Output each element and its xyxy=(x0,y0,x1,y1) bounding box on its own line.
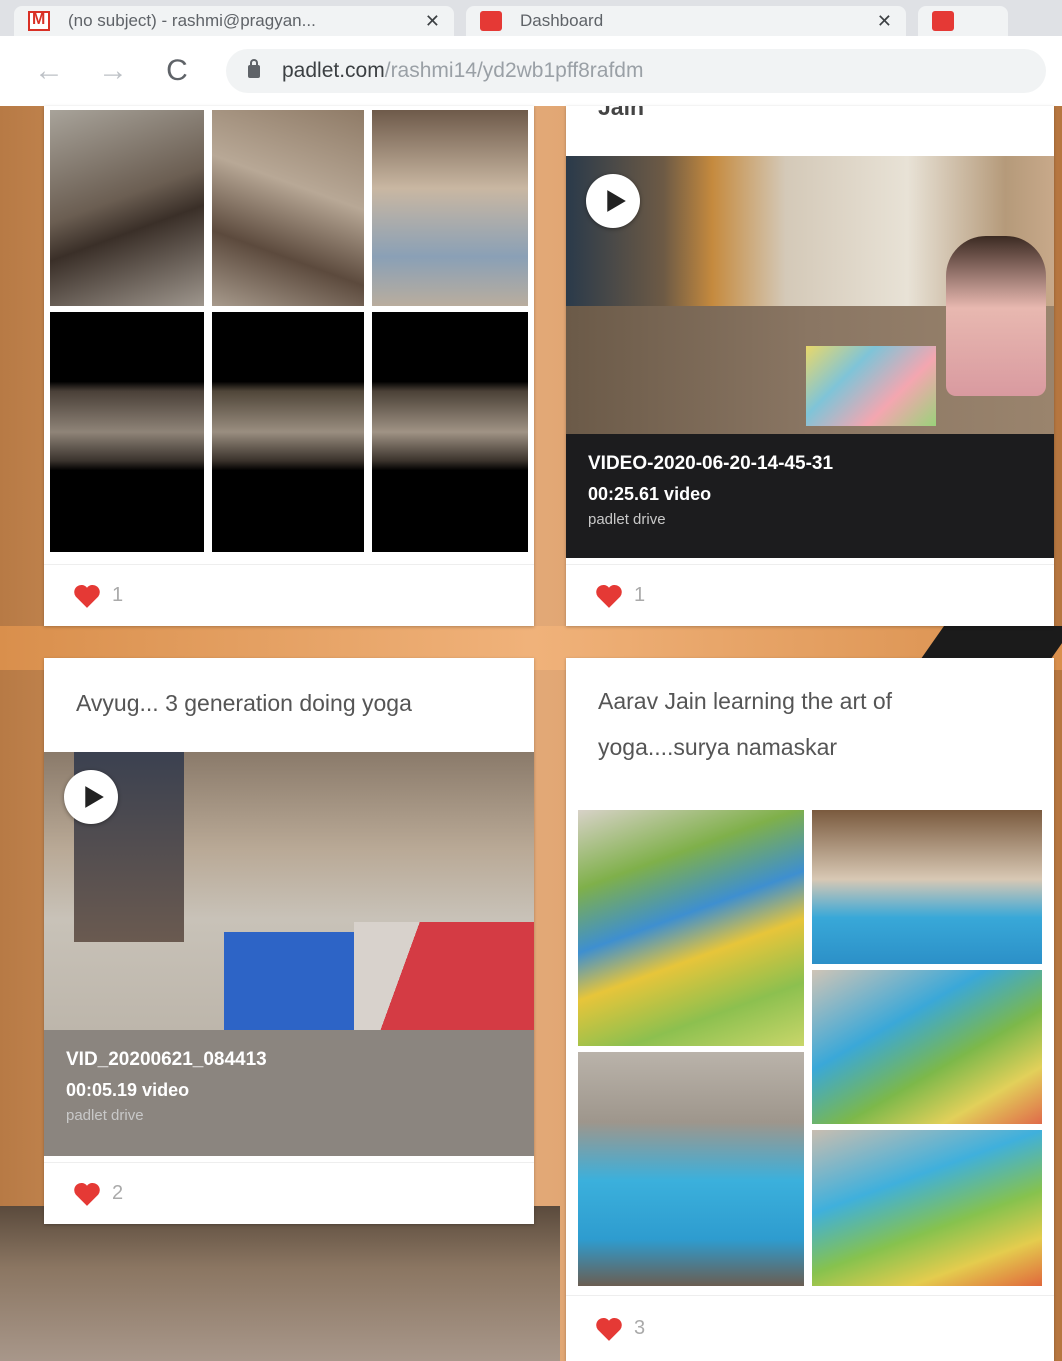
post-photo[interactable] xyxy=(578,1052,804,1286)
post-title-tail: Jain xyxy=(598,106,645,120)
heart-icon[interactable] xyxy=(72,583,102,609)
heart-icon[interactable] xyxy=(594,583,624,609)
close-icon[interactable]: ✕ xyxy=(877,11,892,32)
address-bar[interactable]: padlet.com /rashmi14/yd2wb1pff8rafdm xyxy=(226,49,1046,93)
tab-title: (no subject) - rashmi@pragyan... xyxy=(68,11,316,30)
play-icon[interactable] xyxy=(64,770,118,824)
play-icon[interactable] xyxy=(586,174,640,228)
dashboard-icon xyxy=(480,11,502,31)
post-photo[interactable] xyxy=(812,810,1042,964)
like-count: 1 xyxy=(634,584,646,606)
heart-icon[interactable] xyxy=(72,1181,102,1207)
post-photo[interactable] xyxy=(812,970,1042,1124)
post-photo[interactable] xyxy=(50,312,204,552)
browser-tab-partial[interactable] xyxy=(918,6,1008,36)
like-count: 1 xyxy=(112,584,124,606)
like-count: 3 xyxy=(634,1317,646,1339)
close-icon[interactable]: ✕ xyxy=(425,11,440,32)
gmail-icon xyxy=(28,11,50,31)
reload-button[interactable]: C xyxy=(162,54,192,88)
browser-tab-strip: (no subject) - rashmi@pragyan... ✕ Dashb… xyxy=(0,0,1062,36)
post-footer: 1 xyxy=(566,564,1054,626)
post-card-video[interactable]: Jain VIDEO-2020-06-20-14-45-31 00:25.61 … xyxy=(566,106,1054,626)
video-info-bar: VID_20200621_084413 00:05.19 video padle… xyxy=(44,1030,534,1156)
tab-title: Dashboard xyxy=(520,11,604,30)
post-photo[interactable] xyxy=(372,110,528,306)
url-path: /rashmi14/yd2wb1pff8rafdm xyxy=(384,59,644,82)
background-floor xyxy=(0,1206,560,1361)
post-card-collage[interactable]: 1 xyxy=(44,106,534,626)
browser-tab-dashboard[interactable]: Dashboard ✕ xyxy=(466,6,906,36)
browser-tab-gmail[interactable]: (no subject) - rashmi@pragyan... ✕ xyxy=(14,6,454,36)
video-source: padlet drive xyxy=(588,511,666,528)
video-source: padlet drive xyxy=(66,1107,144,1124)
video-info-bar: VIDEO-2020-06-20-14-45-31 00:25.61 video… xyxy=(566,434,1054,558)
post-photo[interactable] xyxy=(812,1130,1042,1286)
post-photo[interactable] xyxy=(50,110,204,306)
video-thumbnail[interactable] xyxy=(44,752,534,1030)
post-footer: 2 xyxy=(44,1162,534,1224)
like-count: 2 xyxy=(112,1182,124,1204)
video-filename: VID_20200621_084413 xyxy=(66,1049,267,1070)
video-duration: 00:25.61 video xyxy=(588,484,712,504)
video-thumbnail[interactable] xyxy=(566,156,1054,434)
post-photo[interactable] xyxy=(578,810,804,1046)
post-footer: 3 xyxy=(566,1295,1054,1361)
post-card-collage[interactable]: Aarav Jain learning the art of yoga....s… xyxy=(566,658,1054,1361)
forward-button[interactable]: → xyxy=(98,54,128,88)
heart-icon[interactable] xyxy=(594,1316,624,1342)
url-host: padlet.com xyxy=(282,59,385,82)
video-filename: VIDEO-2020-06-20-14-45-31 xyxy=(588,453,834,474)
dashboard-icon xyxy=(932,11,954,31)
lock-icon xyxy=(248,58,260,78)
post-photo[interactable] xyxy=(372,312,528,552)
padlet-board: 1 Jain VIDEO-2020-06-20-14-45-31 00:25.6… xyxy=(0,106,1062,1361)
post-photo[interactable] xyxy=(212,110,364,306)
post-card-video[interactable]: Avyug... 3 generation doing yoga VID_202… xyxy=(44,658,534,1224)
post-photo[interactable] xyxy=(212,312,364,552)
post-title: Aarav Jain learning the art of yoga....s… xyxy=(598,688,893,760)
video-duration: 00:05.19 video xyxy=(66,1080,190,1100)
browser-toolbar: ← → C padlet.com /rashmi14/yd2wb1pff8raf… xyxy=(0,36,1062,106)
post-title: Avyug... 3 generation doing yoga xyxy=(76,690,412,716)
back-button[interactable]: ← xyxy=(34,54,64,88)
post-footer: 1 xyxy=(44,564,534,626)
